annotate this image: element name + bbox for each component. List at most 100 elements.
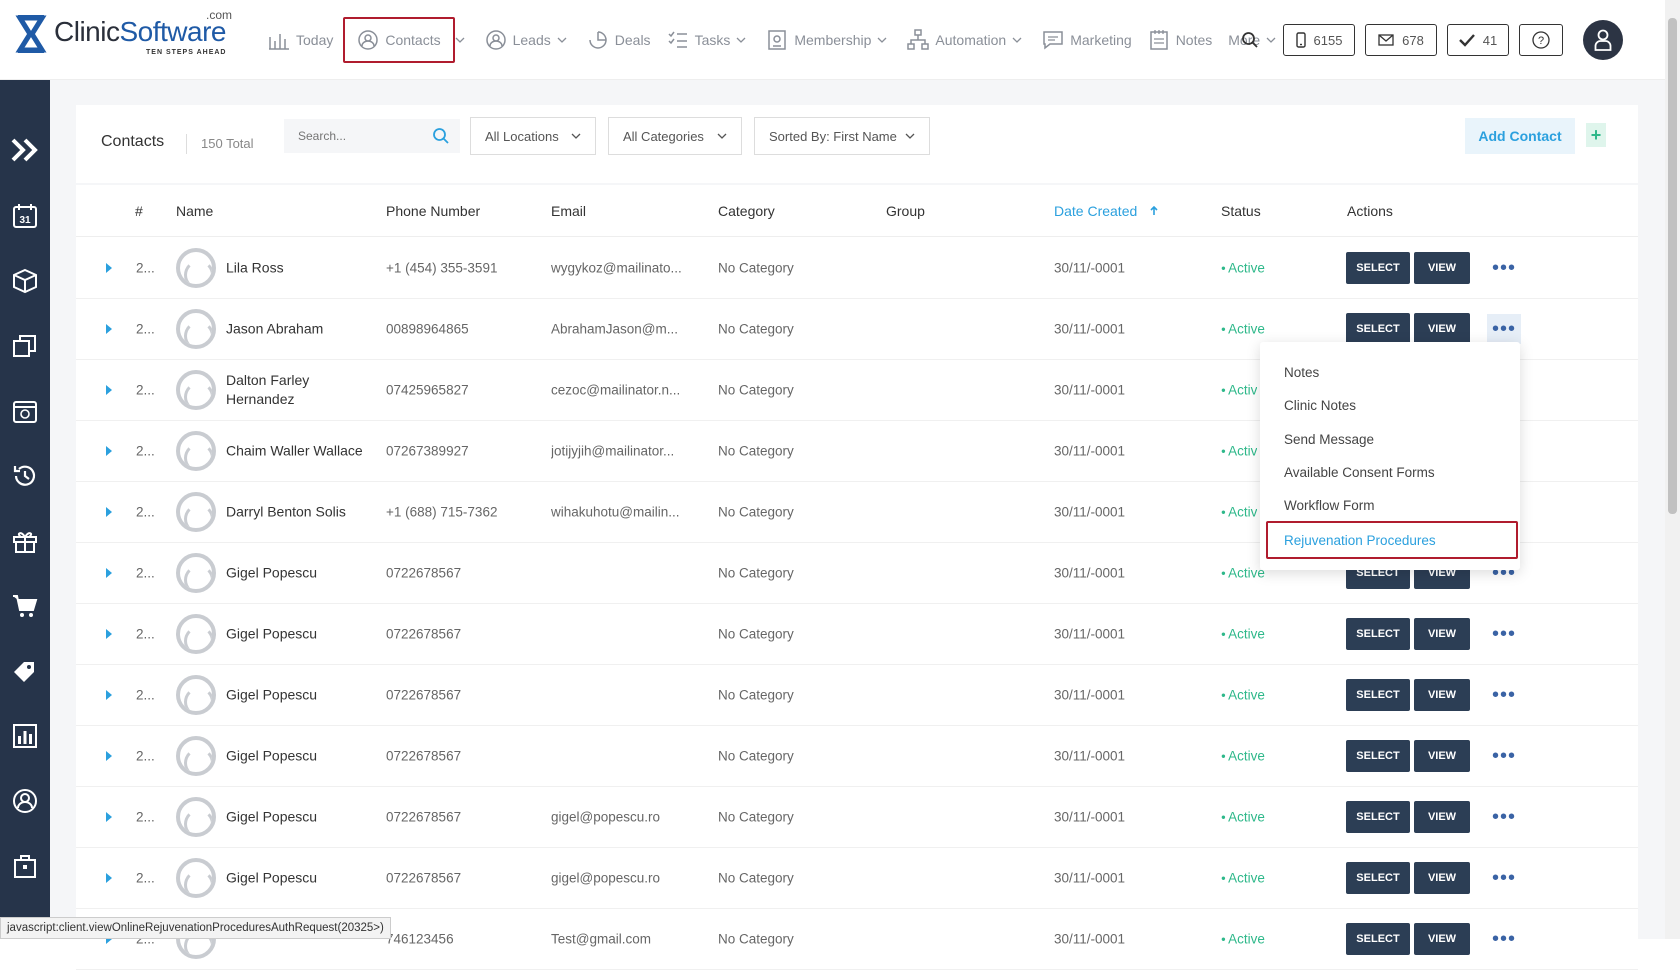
cart-icon[interactable] bbox=[11, 592, 39, 620]
contact-name[interactable]: Gigel Popescu bbox=[226, 808, 376, 827]
nav-marketing[interactable]: Marketing bbox=[1036, 18, 1137, 62]
more-actions-icon[interactable]: ••• bbox=[1487, 680, 1521, 710]
view-button[interactable]: VIEW bbox=[1414, 801, 1470, 833]
nav-automation-chevron-icon[interactable] bbox=[1012, 37, 1022, 43]
view-button[interactable]: VIEW bbox=[1414, 618, 1470, 650]
add-contact-button[interactable]: Add Contact bbox=[1465, 118, 1575, 154]
header-name[interactable]: Name bbox=[176, 203, 213, 219]
more-actions-icon[interactable]: ••• bbox=[1487, 619, 1521, 649]
view-button[interactable]: VIEW bbox=[1414, 313, 1470, 345]
header-category[interactable]: Category bbox=[718, 203, 775, 219]
more-actions-icon[interactable]: ••• bbox=[1487, 253, 1521, 283]
expand-row-icon[interactable] bbox=[106, 263, 112, 273]
more-actions-icon[interactable]: ••• bbox=[1487, 741, 1521, 771]
calendar-icon[interactable]: 31 bbox=[11, 202, 39, 230]
nav-tasks-chevron-icon[interactable] bbox=[736, 37, 746, 43]
gift-icon[interactable] bbox=[11, 527, 39, 555]
expand-row-icon[interactable] bbox=[106, 751, 112, 761]
nav-tasks[interactable]: Tasks bbox=[661, 18, 737, 62]
scrollbar-thumb[interactable] bbox=[1668, 18, 1677, 514]
header-date-created[interactable]: Date Created bbox=[1054, 203, 1159, 219]
view-button[interactable]: VIEW bbox=[1414, 252, 1470, 284]
reports-icon[interactable] bbox=[11, 722, 39, 750]
header-phone[interactable]: Phone Number bbox=[386, 203, 480, 219]
contact-name[interactable]: Gigel Popescu bbox=[226, 686, 376, 705]
nav-automation[interactable]: Automation bbox=[901, 18, 1012, 62]
more-actions-icon[interactable]: ••• bbox=[1487, 802, 1521, 832]
menu-item-clinic-notes[interactable]: Clinic Notes bbox=[1284, 398, 1356, 413]
expand-row-icon[interactable] bbox=[106, 812, 112, 822]
expand-sidebar-icon[interactable] bbox=[11, 136, 39, 164]
select-button[interactable]: SELECT bbox=[1346, 618, 1410, 650]
expand-row-icon[interactable] bbox=[106, 629, 112, 639]
table-row[interactable]: 2... Lila Ross +1 (454) 355-3591 wygykoz@ma… bbox=[76, 238, 1638, 299]
sms-counter-button[interactable]: 6155 bbox=[1283, 24, 1355, 56]
expand-row-icon[interactable] bbox=[106, 507, 112, 517]
nav-leads-chevron-icon[interactable] bbox=[557, 37, 567, 43]
more-actions-icon[interactable]: ••• bbox=[1487, 314, 1521, 344]
contact-name[interactable]: Gigel Popescu bbox=[226, 747, 376, 766]
select-button[interactable]: SELECT bbox=[1346, 740, 1410, 772]
table-row[interactable]: 2... Gigel Popescu 0722678567 gigel@popescu… bbox=[76, 848, 1638, 909]
nav-membership-chevron-icon[interactable] bbox=[877, 37, 887, 43]
category-select[interactable]: All Categories bbox=[608, 117, 742, 155]
box-icon[interactable] bbox=[11, 267, 39, 295]
contact-name[interactable]: Gigel Popescu bbox=[226, 625, 376, 644]
more-actions-icon[interactable]: ••• bbox=[1487, 863, 1521, 893]
view-button[interactable]: VIEW bbox=[1414, 740, 1470, 772]
sort-select[interactable]: Sorted By: First Name bbox=[754, 117, 930, 155]
nav-notes[interactable]: Notes bbox=[1142, 18, 1219, 62]
select-button[interactable]: SELECT bbox=[1346, 679, 1410, 711]
calendar-clock-icon[interactable] bbox=[11, 397, 39, 425]
search-icon[interactable] bbox=[432, 127, 450, 145]
contact-name[interactable]: Gigel Popescu bbox=[226, 564, 376, 583]
menu-item-send-message[interactable]: Send Message bbox=[1284, 432, 1374, 447]
location-select[interactable]: All Locations bbox=[470, 117, 596, 155]
select-button[interactable]: SELECT bbox=[1346, 862, 1410, 894]
expand-row-icon[interactable] bbox=[106, 324, 112, 334]
view-button[interactable]: VIEW bbox=[1414, 862, 1470, 894]
table-row[interactable]: 2... Gigel Popescu 0722678567 No Category 30… bbox=[76, 604, 1638, 665]
copy-icon[interactable] bbox=[11, 332, 39, 360]
mail-counter-button[interactable]: 678 bbox=[1365, 24, 1437, 56]
more-actions-icon[interactable]: ••• bbox=[1487, 924, 1521, 954]
expand-row-icon[interactable] bbox=[106, 568, 112, 578]
tags-icon[interactable] bbox=[11, 657, 39, 685]
nav-deals[interactable]: Deals bbox=[581, 18, 657, 62]
user-avatar[interactable] bbox=[1583, 20, 1623, 60]
select-button[interactable]: SELECT bbox=[1346, 801, 1410, 833]
select-button[interactable]: SELECT bbox=[1346, 923, 1410, 955]
contact-name[interactable]: Lila Ross bbox=[226, 259, 376, 278]
briefcase-icon[interactable] bbox=[11, 852, 39, 880]
table-row[interactable]: 2... Gigel Popescu 0722678567 No Category 30… bbox=[76, 726, 1638, 787]
header-status[interactable]: Status bbox=[1221, 203, 1261, 219]
nav-contacts[interactable]: Contacts bbox=[343, 17, 455, 63]
select-button[interactable]: SELECT bbox=[1346, 313, 1410, 345]
history-icon[interactable] bbox=[11, 462, 39, 490]
header-email[interactable]: Email bbox=[551, 203, 586, 219]
search-icon[interactable] bbox=[1237, 27, 1263, 53]
plus-icon[interactable]: + bbox=[1586, 123, 1606, 147]
nav-membership[interactable]: Membership bbox=[760, 18, 877, 62]
contact-name[interactable]: Gigel Popescu bbox=[226, 869, 376, 888]
page-scrollbar[interactable] bbox=[1665, 0, 1680, 939]
select-button[interactable]: SELECT bbox=[1346, 252, 1410, 284]
nav-leads[interactable]: Leads bbox=[479, 18, 557, 62]
contact-name[interactable]: Darryl Benton Solis bbox=[226, 503, 376, 522]
header-group[interactable]: Group bbox=[886, 203, 925, 219]
help-button[interactable]: ? bbox=[1519, 24, 1563, 56]
contact-name[interactable]: Jason Abraham bbox=[226, 320, 376, 339]
nav-today[interactable]: Today bbox=[262, 18, 339, 62]
user-circle-icon[interactable] bbox=[11, 787, 39, 815]
clinicsoftware-logo[interactable]: ClinicSoftware .com TEN STEPS AHEAD bbox=[14, 8, 234, 58]
nav-contacts-chevron-icon[interactable] bbox=[455, 37, 465, 43]
expand-row-icon[interactable] bbox=[106, 385, 112, 395]
expand-row-icon[interactable] bbox=[106, 446, 112, 456]
menu-item-rejuvenation-procedures[interactable]: Rejuvenation Procedures bbox=[1266, 521, 1518, 559]
menu-item-workflow-form[interactable]: Workflow Form bbox=[1284, 498, 1375, 513]
view-button[interactable]: VIEW bbox=[1414, 923, 1470, 955]
menu-item-consent-forms[interactable]: Available Consent Forms bbox=[1284, 465, 1435, 480]
tasks-counter-button[interactable]: 41 bbox=[1447, 24, 1509, 56]
table-row[interactable]: 2... Gigel Popescu 0722678567 No Category 30… bbox=[76, 665, 1638, 726]
contact-name[interactable]: Chaim Waller Wallace bbox=[226, 442, 376, 461]
